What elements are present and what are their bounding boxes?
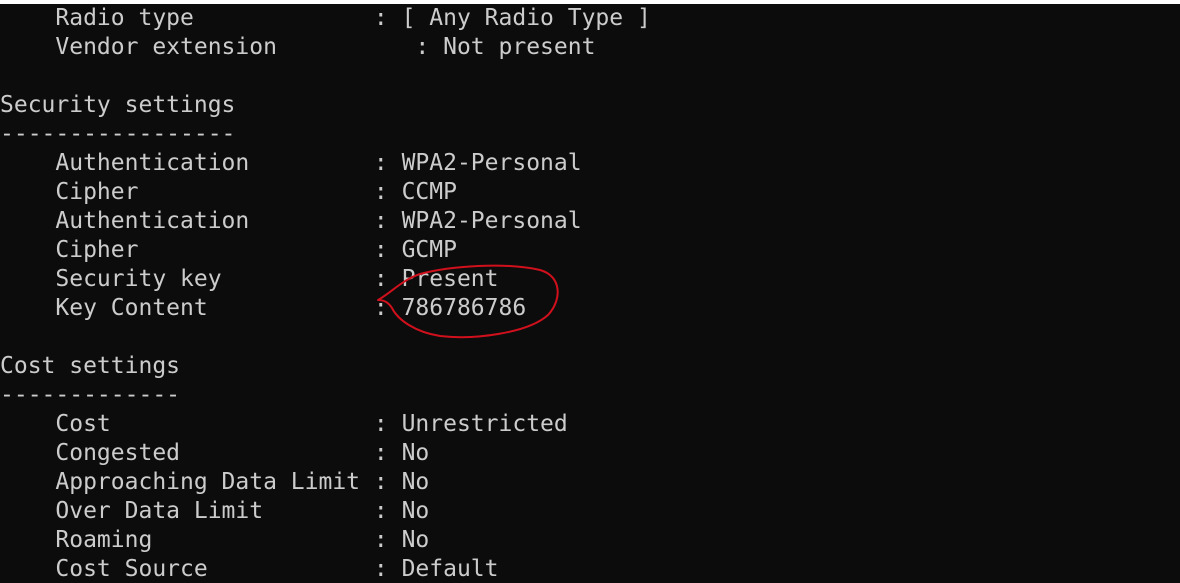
line-text: Cost Source : Default [0, 556, 499, 582]
line-text: ------------- [0, 382, 181, 408]
section-heading-cost: Cost settings [0, 352, 651, 381]
terminal-window[interactable]: Radio type : [ Any Radio Type ] Vendor e… [0, 0, 1180, 583]
line-text: Over Data Limit : No [0, 498, 430, 524]
line-text: Congested : No [0, 440, 430, 466]
line-text: Vendor extension : Not present [0, 34, 596, 60]
line-text: Security key : Present [0, 266, 499, 292]
line-text: Security settings [0, 92, 236, 118]
line-text: Authentication : WPA2-Personal [0, 208, 582, 234]
section-underline: ----------------- [0, 120, 651, 149]
section-heading-security: Security settings [0, 91, 651, 120]
output-line-congested: Congested : No [0, 439, 651, 468]
section-underline: ------------- [0, 381, 651, 410]
line-text: Authentication : WPA2-Personal [0, 150, 582, 176]
line-text: Key Content : 786786786 [0, 295, 527, 321]
line-text: Cipher : CCMP [0, 179, 457, 205]
output-line-authentication: Authentication : WPA2-Personal [0, 207, 651, 236]
output-line-over-data-limit: Over Data Limit : No [0, 497, 651, 526]
line-text: Roaming : No [0, 527, 430, 553]
output-line-radio-type: Radio type : [ Any Radio Type ] [0, 4, 651, 33]
line-text: Radio type : [ Any Radio Type ] [0, 5, 651, 31]
output-line-cipher: Cipher : CCMP [0, 178, 651, 207]
output-line-security-key: Security key : Present [0, 265, 651, 294]
line-text: ----------------- [0, 121, 236, 147]
line-text: Cost settings [0, 353, 181, 379]
terminal-output: Radio type : [ Any Radio Type ] Vendor e… [0, 4, 651, 583]
output-line-approaching-data-limit: Approaching Data Limit : No [0, 468, 651, 497]
output-line-cost: Cost : Unrestricted [0, 410, 651, 439]
line-text: Cipher : GCMP [0, 237, 457, 263]
output-line-cipher: Cipher : GCMP [0, 236, 651, 265]
line-text: Cost : Unrestricted [0, 411, 568, 437]
output-line-authentication: Authentication : WPA2-Personal [0, 149, 651, 178]
output-line-roaming: Roaming : No [0, 526, 651, 555]
line-text: Approaching Data Limit : No [0, 469, 430, 495]
output-line-vendor-extension: Vendor extension : Not present [0, 33, 651, 62]
output-line-key-content: Key Content : 786786786 [0, 294, 651, 323]
output-line-cost-source: Cost Source : Default [0, 555, 651, 583]
